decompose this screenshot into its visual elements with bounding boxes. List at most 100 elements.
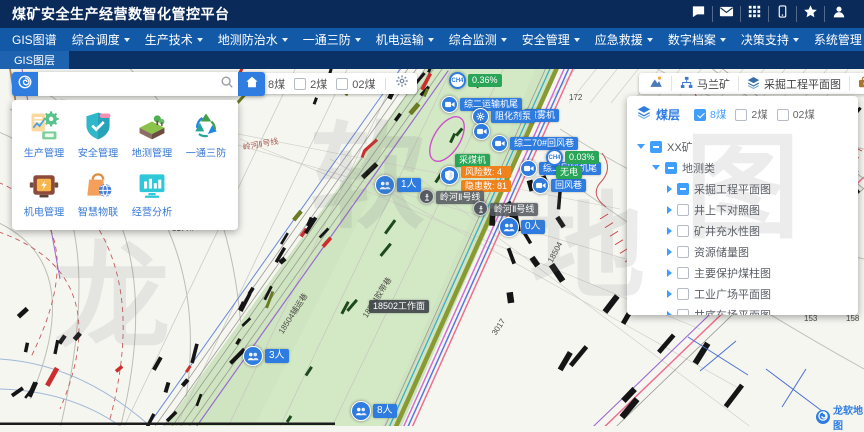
marker-linelabel[interactable]: 岭河Ⅱ号线 — [473, 201, 538, 216]
marker-camera[interactable] — [473, 123, 490, 140]
tree-node[interactable]: 工业广场平面图 — [627, 283, 858, 304]
marker-ch4[interactable]: CH40.36% — [449, 72, 502, 89]
nav-item[interactable]: 决策支持 — [741, 31, 799, 48]
header-icon[interactable] — [685, 6, 712, 22]
app-item-label: 智慧物联 — [78, 205, 118, 220]
marker-person[interactable]: 8人 — [351, 401, 397, 421]
user-icon — [832, 5, 846, 24]
settings-gear-icon[interactable] — [395, 74, 409, 93]
app-item[interactable]: 智慧物联 — [71, 168, 125, 220]
marker-camera[interactable]: 回风巷 — [532, 177, 586, 194]
caret-icon[interactable] — [667, 269, 672, 277]
logo-button[interactable] — [12, 72, 38, 96]
checkbox-icon[interactable] — [650, 141, 662, 153]
tree-node[interactable]: 井上下对照图 — [627, 199, 858, 220]
vendor-logo-icon — [816, 410, 830, 424]
nav-item[interactable]: 一通三防 — [303, 31, 361, 48]
marker-person[interactable]: 0人 — [499, 217, 545, 237]
caret-icon[interactable] — [667, 311, 672, 316]
tree-node[interactable]: 主要保护煤柱图 — [627, 262, 858, 283]
app-item[interactable]: 经营分析 — [125, 168, 179, 220]
vendor-logo-label: 龙软地图 — [833, 402, 864, 432]
marker-greenlabel[interactable]: 无电 — [556, 166, 582, 179]
coal-option[interactable]: 2煤 — [735, 107, 767, 122]
marker-person[interactable]: 3人 — [243, 346, 289, 366]
tree-node[interactable]: 采掘工程平面图 — [627, 178, 858, 199]
nav-item[interactable]: 机电运输 — [376, 31, 434, 48]
chevron-down-icon — [355, 38, 361, 42]
checkbox-icon[interactable] — [677, 309, 689, 316]
marker-label: 岭河Ⅱ号线 — [490, 203, 538, 216]
checkbox-icon — [735, 109, 747, 121]
app-item[interactable]: 安全管理 — [71, 109, 125, 161]
header-icon[interactable] — [740, 6, 768, 22]
header-icon[interactable] — [712, 6, 740, 22]
mobile-icon — [776, 5, 789, 23]
nav-item[interactable]: GIS图谱 — [12, 31, 57, 48]
search-icon[interactable] — [216, 72, 238, 96]
logo-swirl-icon — [18, 75, 32, 94]
app-item-label: 一通三防 — [186, 146, 226, 161]
nav-item[interactable]: 地测防治水 — [218, 31, 288, 48]
analysis-icon — [135, 168, 169, 202]
mine-view-button[interactable] — [641, 76, 671, 91]
coal-option[interactable]: 02煤 — [336, 76, 375, 92]
caret-icon[interactable] — [667, 290, 672, 298]
nav-item[interactable]: 应急救援 — [595, 31, 653, 48]
nav-item[interactable]: 综合监测 — [449, 31, 507, 48]
nav-item[interactable]: 数字档案 — [668, 31, 726, 48]
search-input[interactable] — [38, 72, 216, 96]
nav-item[interactable]: 安全管理 — [522, 31, 580, 48]
marker-ch4[interactable]: CH40.03% — [546, 149, 599, 166]
checkbox-icon[interactable] — [677, 204, 689, 216]
caret-icon[interactable] — [652, 165, 660, 170]
coal-option[interactable]: 8煤 — [694, 107, 726, 122]
header-icon[interactable] — [824, 6, 852, 22]
nav-item[interactable]: 生产技术 — [145, 31, 203, 48]
tree-node[interactable]: 井底车场平面图 — [627, 304, 858, 315]
checkbox-icon[interactable] — [677, 183, 689, 195]
people-icon — [499, 217, 519, 237]
apps-icon — [748, 5, 761, 23]
tree-node[interactable]: XX矿 — [627, 136, 858, 157]
nav-item[interactable]: 系统管理 — [814, 31, 864, 48]
marker-label: 0.36% — [468, 74, 502, 87]
caret-icon[interactable] — [637, 144, 645, 149]
coal-option[interactable]: 02煤 — [777, 107, 815, 122]
iot-icon — [81, 168, 115, 202]
caret-icon[interactable] — [667, 227, 672, 235]
ch4-sensor-icon: CH4 — [546, 149, 563, 166]
checkbox-icon[interactable] — [677, 267, 689, 279]
app-item[interactable]: 地测管理 — [125, 109, 179, 161]
caret-icon[interactable] — [667, 206, 672, 214]
toolbar-button[interactable]: 马兰矿 — [671, 76, 738, 91]
app-item[interactable]: 机电管理 — [17, 168, 71, 220]
header-icon[interactable] — [768, 6, 796, 22]
app-item[interactable]: 一通三防 — [179, 109, 233, 161]
app-item-label: 地测管理 — [132, 146, 172, 161]
toolbar-button[interactable]: 采掘工程平面图 — [738, 76, 849, 91]
map-right-toolbar: 马兰矿 采掘工程平面图 工具 — [639, 73, 864, 94]
nav-item-label: 应急救援 — [595, 31, 643, 48]
home-button[interactable] — [238, 72, 265, 96]
app-item[interactable]: 生产管理 — [17, 109, 71, 161]
nav-item-label: 一通三防 — [303, 31, 351, 48]
coal-option[interactable]: 2煤 — [294, 76, 327, 92]
marker-person[interactable]: 1人 — [375, 175, 421, 195]
tree-node[interactable]: 地测类 — [627, 157, 858, 178]
caret-icon[interactable] — [667, 248, 672, 256]
checkbox-icon[interactable] — [677, 246, 689, 258]
tab-gis-layers[interactable]: GIS图层 — [0, 51, 69, 69]
marker-label: 回风巷 — [551, 179, 586, 192]
titlebar: 煤矿安全生产经营数智化管控平台 — [0, 0, 864, 28]
shield-icon — [440, 166, 459, 185]
checkbox-icon[interactable] — [677, 288, 689, 300]
tree-node[interactable]: 资源储量图 — [627, 241, 858, 262]
header-icon[interactable] — [796, 6, 824, 22]
toolbar-button[interactable]: 工具 — [849, 76, 864, 91]
nav-item[interactable]: 综合调度 — [72, 31, 130, 48]
checkbox-icon[interactable] — [665, 162, 677, 174]
tree-node[interactable]: 矿井充水性图 — [627, 220, 858, 241]
checkbox-icon[interactable] — [677, 225, 689, 237]
caret-icon[interactable] — [667, 185, 672, 193]
